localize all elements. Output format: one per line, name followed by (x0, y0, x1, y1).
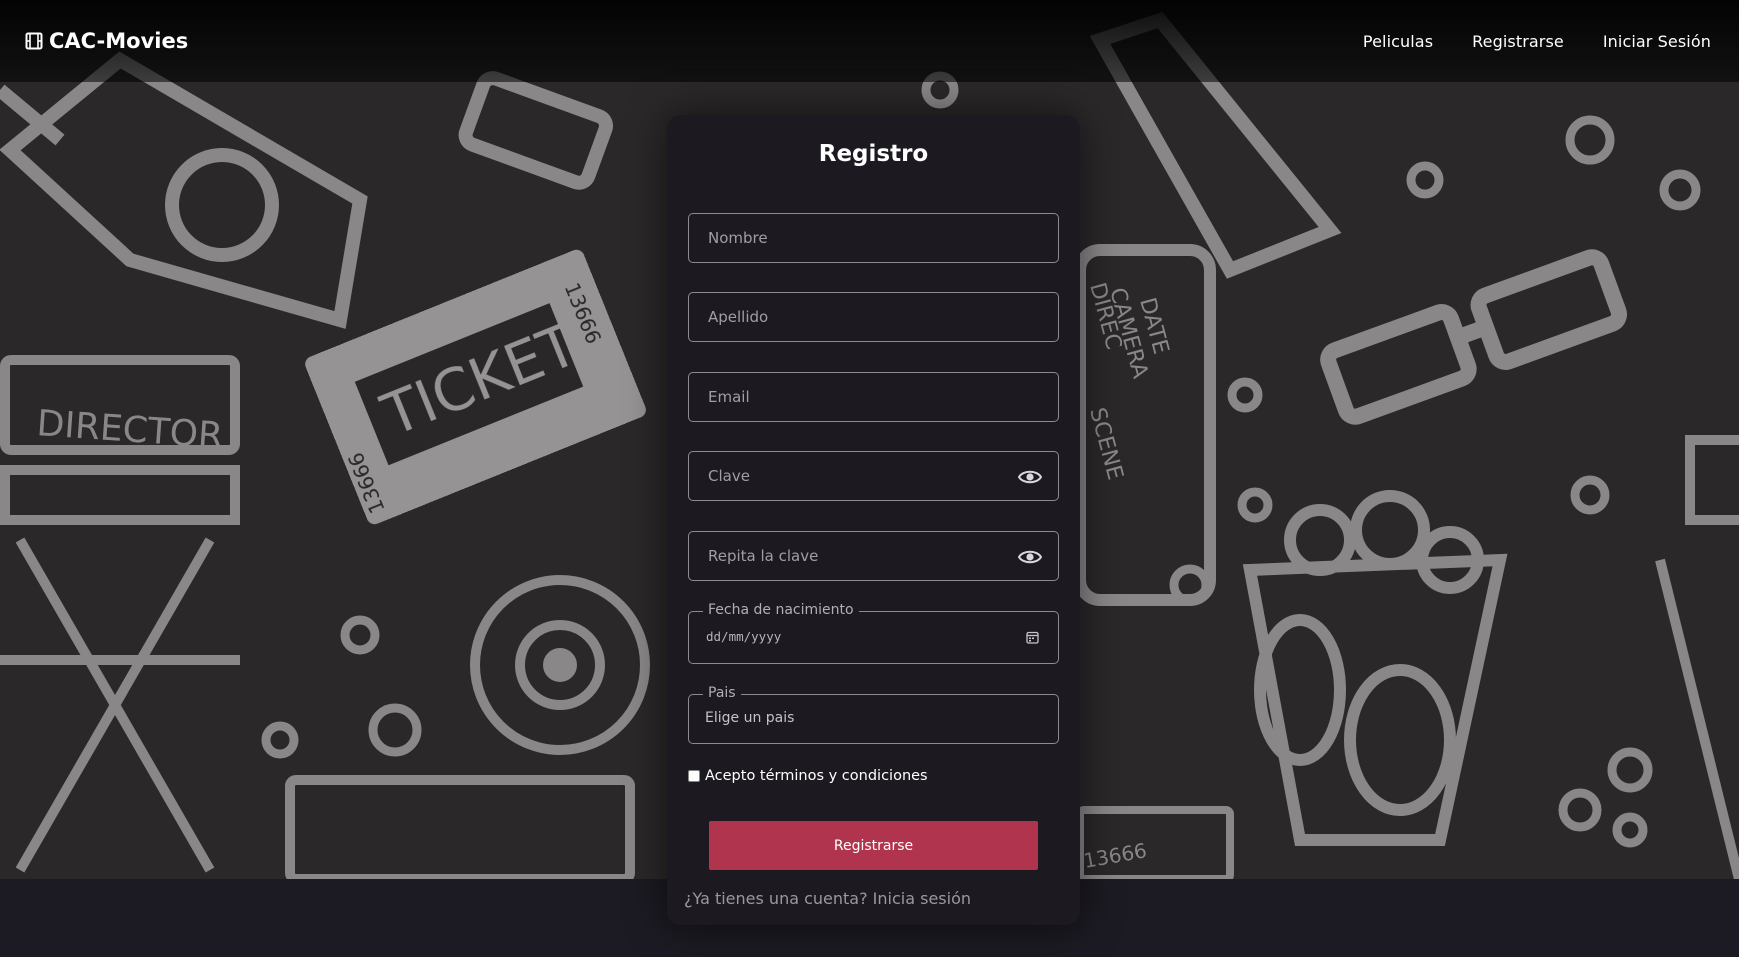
main-nav: Peliculas Registrarse Iniciar Sesión (1363, 32, 1711, 51)
fecha-nacimiento-field[interactable]: Fecha de nacimiento dd/mm/yyyy (688, 602, 1059, 664)
popcorn-illustration (1242, 490, 1508, 846)
film-icon (25, 32, 43, 50)
terms-row: Acepto términos y condiciones (688, 768, 928, 784)
nombre-input[interactable] (689, 214, 1058, 262)
bg-text-ticket-stub: 13666 (1082, 838, 1149, 873)
clave-field (688, 451, 1059, 501)
pais-select[interactable]: Pais Elige un pais (688, 685, 1059, 744)
nav-link-registrarse[interactable]: Registrarse (1472, 32, 1564, 51)
registrarse-button[interactable]: Registrarse (709, 821, 1038, 870)
drink-cup-illustration (0, 51, 368, 329)
top-navbar: CAC-Movies Peliculas Registrarse Iniciar… (0, 0, 1739, 82)
fecha-nacimiento-value: dd/mm/yyyy (706, 629, 782, 644)
fecha-nacimiento-label: Fecha de nacimiento (703, 602, 859, 618)
email-input[interactable] (689, 373, 1058, 421)
terms-label: Acepto términos y condiciones (705, 768, 928, 784)
director-chair-illustration-right (1655, 435, 1739, 879)
ticket-illustration: TICKET 13666 13666 (305, 249, 646, 525)
apellido-input[interactable] (689, 293, 1058, 341)
repita-clave-input[interactable] (689, 532, 1058, 580)
eye-icon[interactable] (1018, 547, 1042, 567)
email-field (688, 372, 1059, 422)
3d-glasses-illustration-left (458, 71, 614, 190)
camera-illustration (285, 575, 650, 879)
pais-selected-value: Elige un pais (705, 710, 795, 726)
repita-clave-field (688, 531, 1059, 581)
login-link[interactable]: ¿Ya tienes una cuenta? Inicia sesión (684, 889, 971, 908)
3d-glasses-illustration-right (1320, 249, 1628, 425)
nav-link-iniciar-sesion[interactable]: Iniciar Sesión (1603, 32, 1711, 51)
apellido-field (688, 292, 1059, 342)
form-title: Registro (818, 141, 929, 167)
eye-icon[interactable] (1018, 467, 1042, 487)
calendar-icon[interactable] (1026, 631, 1039, 644)
terms-checkbox[interactable] (688, 770, 700, 782)
pais-label: Pais (703, 685, 741, 701)
nombre-field (688, 213, 1059, 263)
bg-text-scene: SCENE (1084, 405, 1127, 483)
nav-link-peliculas[interactable]: Peliculas (1363, 32, 1433, 51)
brand-link[interactable]: CAC-Movies (25, 29, 188, 53)
brand-label: CAC-Movies (49, 29, 189, 53)
clave-input[interactable] (689, 452, 1058, 500)
